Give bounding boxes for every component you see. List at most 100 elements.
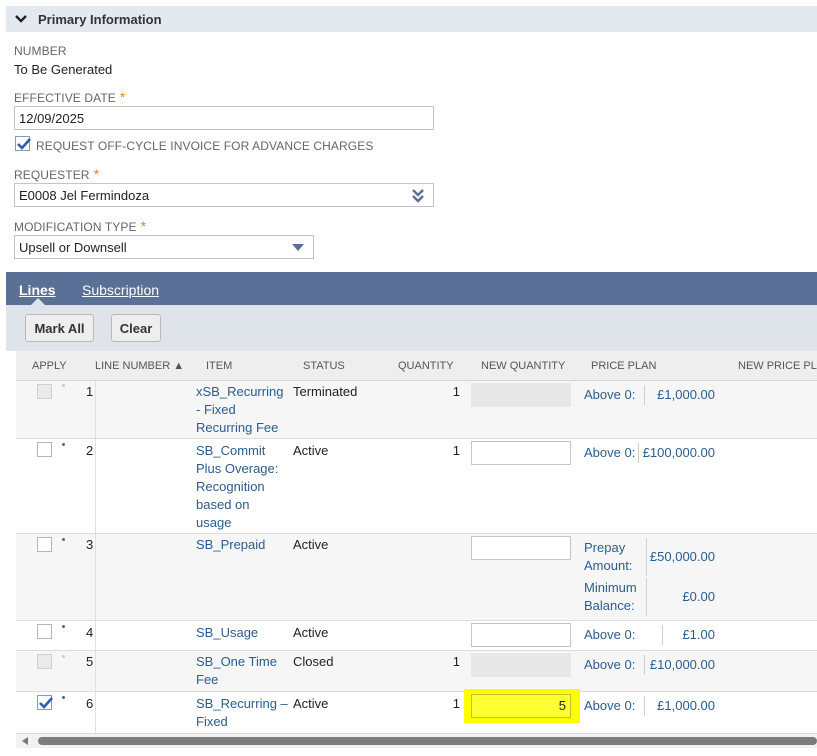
- scroll-thumb[interactable]: [38, 737, 817, 745]
- line-number: 2: [86, 443, 94, 458]
- item-link[interactable]: SB_One Time Fee: [196, 653, 288, 689]
- mark-all-button[interactable]: Mark All: [25, 314, 94, 342]
- price-plan-value[interactable]: £10,000.00: [644, 656, 715, 674]
- section-title: Primary Information: [38, 11, 162, 27]
- requester-label: REQUESTER *: [14, 166, 100, 182]
- tab-subscription[interactable]: Subscription: [82, 282, 159, 298]
- number-label: NUMBER: [14, 44, 67, 58]
- table-row: 2 SB_Commit Plus Overage: Recognition ba…: [16, 439, 817, 534]
- status: Active: [293, 537, 329, 552]
- status: Active: [293, 696, 329, 711]
- new-quantity-field: [471, 383, 571, 407]
- apply-checkbox[interactable]: [37, 624, 52, 639]
- col-apply[interactable]: APPLY: [32, 360, 67, 372]
- price-plan-label[interactable]: Minimum Balance:: [584, 579, 644, 615]
- price-plan-value[interactable]: £1,000.00: [646, 386, 715, 404]
- price-plan-value[interactable]: £1.00: [662, 626, 715, 644]
- col-new-price-plan[interactable]: NEW PRICE PLA: [738, 360, 817, 372]
- price-plan-value[interactable]: £50,000.00: [646, 548, 715, 566]
- table-row: 3 SB_Prepaid Active Prepay Amount: £50,0…: [16, 534, 817, 621]
- effective-date-label: EFFECTIVE DATE *: [14, 89, 126, 105]
- new-quantity-field: [471, 653, 571, 677]
- table-row: 5 SB_One Time Fee Closed 1 Above 0: £10,…: [16, 651, 817, 692]
- price-plan-label[interactable]: Prepay Amount:: [584, 539, 644, 575]
- price-plan-label[interactable]: Above 0:: [584, 626, 635, 644]
- col-new-quantity[interactable]: NEW QUANTITY: [481, 360, 565, 372]
- lines-table-header: APPLY LINE NUMBER ▲ ITEM STATUS QUANTITY…: [16, 351, 817, 381]
- new-quantity-field[interactable]: 5: [471, 694, 571, 718]
- col-quantity[interactable]: QUANTITY: [398, 360, 454, 372]
- price-plan-label[interactable]: Above 0:: [584, 444, 635, 462]
- chevron-down-icon: [15, 15, 27, 23]
- col-price-plan[interactable]: PRICE PLAN: [591, 360, 656, 372]
- quantity: 1: [452, 696, 460, 711]
- modification-type-label: MODIFICATION TYPE *: [14, 218, 147, 234]
- new-quantity-field[interactable]: [471, 536, 571, 560]
- apply-checkbox[interactable]: [37, 384, 52, 399]
- offcycle-checkbox[interactable]: [15, 136, 31, 151]
- requester-select[interactable]: E0008 Jel Fermindoza: [14, 183, 434, 207]
- caret-down-icon[interactable]: [291, 243, 305, 252]
- effective-date-field[interactable]: 12/09/2025: [14, 106, 434, 130]
- requester-value: E0008 Jel Fermindoza: [19, 187, 150, 203]
- col-line-number[interactable]: LINE NUMBER ▲: [95, 360, 184, 372]
- clear-button[interactable]: Clear: [111, 314, 161, 342]
- changed-dot: [62, 384, 65, 387]
- horizontal-scrollbar[interactable]: [16, 734, 817, 748]
- required-mark: *: [119, 89, 126, 105]
- offcycle-label: REQUEST OFF-CYCLE INVOICE FOR ADVANCE CH…: [36, 139, 374, 153]
- effective-date-value: 12/09/2025: [19, 110, 85, 126]
- item-link[interactable]: SB_Usage: [196, 624, 288, 642]
- col-status[interactable]: STATUS: [303, 360, 345, 372]
- table-row: 6 SB_Recurring – Fixed Active 1 5 Above …: [16, 689, 817, 734]
- price-plan-value[interactable]: £1,000.00: [644, 697, 715, 715]
- required-mark: *: [140, 218, 147, 234]
- status: Active: [293, 625, 329, 640]
- apply-checkbox[interactable]: [37, 442, 52, 457]
- status: Closed: [293, 654, 334, 669]
- new-quantity-field[interactable]: [471, 623, 571, 647]
- line-number: 5: [86, 654, 94, 669]
- col-item[interactable]: ITEM: [206, 360, 232, 372]
- tab-lines[interactable]: Lines: [19, 282, 56, 298]
- changed-dot: [62, 443, 65, 446]
- modification-type-select[interactable]: Upsell or Downsell: [14, 235, 314, 259]
- apply-checkbox[interactable]: [37, 537, 52, 552]
- changed-dot: [62, 655, 65, 658]
- new-quantity-field[interactable]: [471, 441, 571, 465]
- table-row: 1 xSB_Recurring - Fixed Recurring Fee Te…: [16, 381, 817, 439]
- active-tab-pointer: [31, 298, 45, 305]
- quantity: 1: [452, 654, 460, 669]
- table-row: 4 SB_Usage Active Above 0: £1.00: [16, 621, 817, 651]
- changed-dot: [62, 696, 65, 699]
- status: Terminated: [293, 384, 358, 399]
- quantity: 1: [452, 384, 460, 399]
- apply-checkbox[interactable]: [37, 695, 53, 710]
- price-plan-label[interactable]: Above 0:: [584, 656, 635, 674]
- price-plan-label[interactable]: Above 0:: [584, 386, 635, 404]
- modification-type-value: Upsell or Downsell: [19, 239, 127, 255]
- line-number: 3: [86, 537, 94, 552]
- number-value: To Be Generated: [14, 62, 113, 77]
- item-link[interactable]: SB_Prepaid: [196, 536, 288, 554]
- line-number: 4: [86, 625, 94, 640]
- item-link[interactable]: xSB_Recurring - Fixed Recurring Fee: [196, 383, 288, 437]
- line-number: 6: [86, 696, 94, 711]
- changed-dot: [62, 625, 65, 628]
- apply-checkbox[interactable]: [37, 654, 52, 669]
- changed-dot: [62, 538, 65, 541]
- required-mark: *: [93, 166, 100, 182]
- double-chevron-down-icon[interactable]: [411, 188, 425, 204]
- price-plan-value[interactable]: £0.00: [646, 588, 715, 606]
- checkmark-icon: [39, 697, 53, 709]
- primary-information-header[interactable]: Primary Information: [6, 6, 817, 32]
- quantity: 1: [452, 443, 460, 458]
- price-plan-value[interactable]: £100,000.00: [636, 444, 715, 462]
- status: Active: [293, 443, 329, 458]
- item-link[interactable]: SB_Commit Plus Overage: Recognition base…: [196, 442, 288, 532]
- price-plan-label[interactable]: Above 0:: [584, 697, 635, 715]
- item-link[interactable]: SB_Recurring – Fixed: [196, 695, 288, 731]
- line-number: 1: [86, 384, 94, 399]
- scroll-left-icon[interactable]: [22, 737, 28, 745]
- checkmark-icon: [17, 138, 31, 150]
